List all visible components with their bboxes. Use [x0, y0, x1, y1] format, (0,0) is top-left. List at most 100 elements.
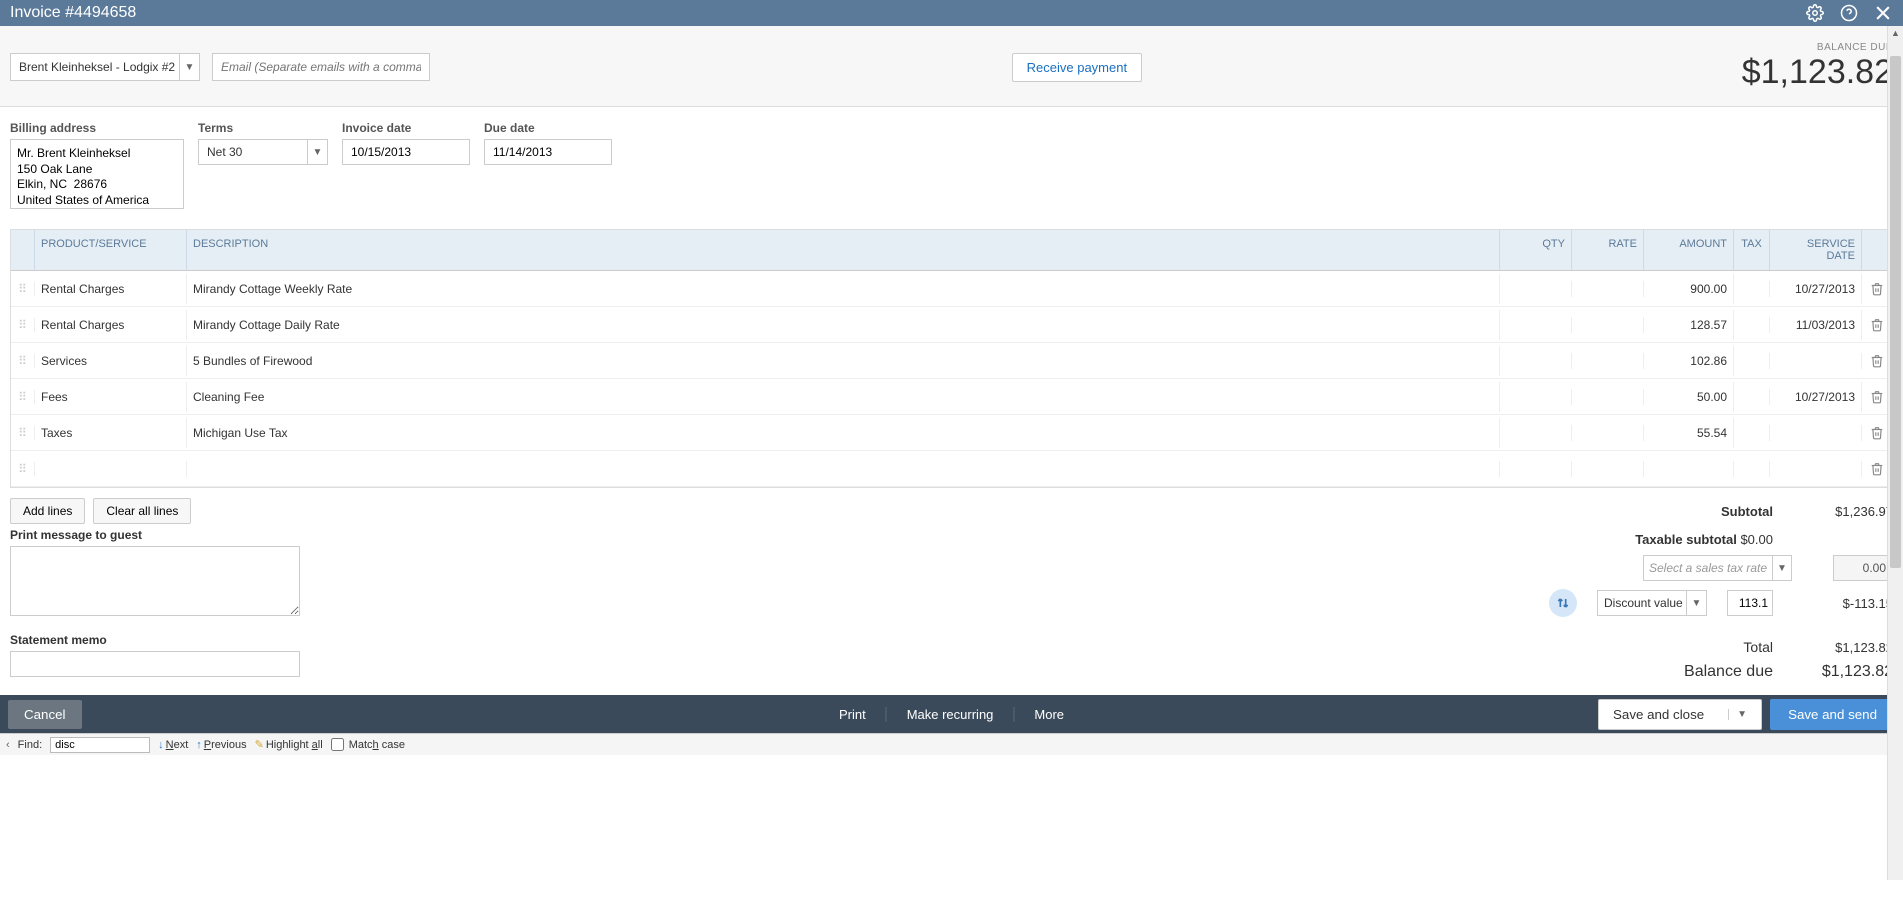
col-header-desc: DESCRIPTION	[187, 230, 1500, 270]
cell-description[interactable]: Michigan Use Tax	[187, 418, 1500, 448]
drag-handle-icon[interactable]: ⠿	[11, 282, 35, 296]
cell-service-date[interactable]: 10/27/2013	[1770, 382, 1862, 412]
drag-handle-icon[interactable]: ⠿	[11, 354, 35, 368]
billing-address-input[interactable]: Mr. Brent Kleinheksel 150 Oak Lane Elkin…	[10, 139, 184, 209]
due-date-label: Due date	[484, 121, 612, 135]
cell-description[interactable]: 5 Bundles of Firewood	[187, 346, 1500, 376]
close-icon[interactable]	[1873, 3, 1893, 23]
cell-rate[interactable]	[1572, 281, 1644, 297]
gear-icon[interactable]	[1805, 3, 1825, 23]
chevron-down-icon[interactable]: ▼	[307, 140, 327, 164]
find-input[interactable]	[50, 737, 150, 753]
cell-product[interactable]: Taxes	[35, 418, 187, 448]
statement-memo-input[interactable]	[10, 651, 300, 677]
add-lines-button[interactable]: Add lines	[10, 498, 85, 524]
cell-tax[interactable]	[1734, 425, 1770, 441]
print-message-input[interactable]	[10, 546, 300, 616]
cell-rate[interactable]	[1572, 353, 1644, 369]
email-input[interactable]	[212, 53, 430, 81]
cell-qty[interactable]	[1500, 353, 1572, 369]
cell-rate[interactable]	[1572, 461, 1644, 477]
cell-amount[interactable]: 900.00	[1644, 274, 1734, 304]
table-row[interactable]: ⠿	[11, 451, 1892, 487]
find-next-button[interactable]: ↓ Next	[158, 739, 188, 751]
terms-select[interactable]: Net 30 ▼	[198, 139, 328, 165]
cell-service-date[interactable]: 11/03/2013	[1770, 310, 1862, 340]
tax-amount-input[interactable]	[1833, 555, 1893, 581]
col-header-qty: QTY	[1500, 230, 1572, 270]
cell-service-date[interactable]	[1770, 461, 1862, 477]
cancel-button[interactable]: Cancel	[8, 700, 82, 729]
cell-service-date[interactable]	[1770, 353, 1862, 369]
swap-icon[interactable]	[1549, 589, 1577, 617]
balance-due-label: BALANCE DUE	[1742, 42, 1893, 53]
chevron-down-icon[interactable]: ▼	[1728, 709, 1747, 720]
cell-amount[interactable]	[1644, 461, 1734, 477]
cell-qty[interactable]	[1500, 281, 1572, 297]
cell-description[interactable]: Mirandy Cottage Weekly Rate	[187, 274, 1500, 304]
table-row[interactable]: ⠿FeesCleaning Fee 50.00 10/27/2013	[11, 379, 1892, 415]
drag-handle-icon[interactable]: ⠿	[11, 390, 35, 404]
drag-handle-icon[interactable]: ⠿	[11, 426, 35, 440]
cell-amount[interactable]: 128.57	[1644, 310, 1734, 340]
cell-tax[interactable]	[1734, 461, 1770, 477]
find-previous-button[interactable]: ↑ Previous	[196, 739, 246, 751]
cell-product[interactable]: Services	[35, 346, 187, 376]
cell-product[interactable]	[35, 461, 187, 477]
cell-product[interactable]: Rental Charges	[35, 274, 187, 304]
cell-tax[interactable]	[1734, 317, 1770, 333]
vertical-scrollbar[interactable]: ▲	[1887, 26, 1903, 880]
cell-qty[interactable]	[1500, 461, 1572, 477]
table-row[interactable]: ⠿Services5 Bundles of Firewood 102.86	[11, 343, 1892, 379]
invoice-date-input[interactable]	[342, 139, 470, 165]
print-link[interactable]: Print	[819, 707, 887, 722]
sales-tax-select[interactable]: Select a sales tax rate ▼	[1643, 555, 1773, 581]
cell-service-date[interactable]: 10/27/2013	[1770, 274, 1862, 304]
cell-tax[interactable]	[1734, 281, 1770, 297]
cell-qty[interactable]	[1500, 317, 1572, 333]
cell-rate[interactable]	[1572, 317, 1644, 333]
cell-qty[interactable]	[1500, 425, 1572, 441]
cell-description[interactable]	[187, 461, 1500, 477]
find-collapse-icon[interactable]: ‹	[6, 739, 10, 751]
terms-value: Net 30	[207, 145, 242, 159]
make-recurring-link[interactable]: Make recurring	[887, 707, 1015, 722]
cell-service-date[interactable]	[1770, 425, 1862, 441]
discount-value-input[interactable]	[1727, 590, 1773, 616]
cell-description[interactable]: Mirandy Cottage Daily Rate	[187, 310, 1500, 340]
drag-handle-icon[interactable]: ⠿	[11, 462, 35, 476]
discount-type-select[interactable]: Discount value ▼	[1597, 590, 1707, 616]
clear-lines-button[interactable]: Clear all lines	[93, 498, 191, 524]
highlight-all-button[interactable]: ✎ Highlight all	[255, 738, 323, 751]
cell-description[interactable]: Cleaning Fee	[187, 382, 1500, 412]
balance-due-row-label: Balance due	[1684, 663, 1773, 681]
cell-amount[interactable]: 102.86	[1644, 346, 1734, 376]
table-row[interactable]: ⠿TaxesMichigan Use Tax 55.54	[11, 415, 1892, 451]
cell-rate[interactable]	[1572, 389, 1644, 405]
chevron-down-icon[interactable]: ▼	[1686, 591, 1706, 615]
cell-amount[interactable]: 55.54	[1644, 418, 1734, 448]
cell-tax[interactable]	[1734, 353, 1770, 369]
chevron-down-icon[interactable]: ▼	[179, 54, 199, 80]
cell-product[interactable]: Fees	[35, 382, 187, 412]
drag-handle-icon[interactable]: ⠿	[11, 318, 35, 332]
table-row[interactable]: ⠿Rental ChargesMirandy Cottage Daily Rat…	[11, 307, 1892, 343]
save-and-send-button[interactable]: Save and send	[1770, 699, 1895, 730]
save-and-close-button[interactable]: Save and close ▼	[1598, 699, 1762, 730]
cell-tax[interactable]	[1734, 389, 1770, 405]
chevron-down-icon[interactable]: ▼	[1772, 555, 1792, 581]
taxable-subtotal-label: Taxable subtotal $0.00	[1635, 532, 1773, 547]
due-date-input[interactable]	[484, 139, 612, 165]
billing-address-label: Billing address	[10, 121, 184, 135]
receive-payment-button[interactable]: Receive payment	[1012, 53, 1142, 82]
cell-rate[interactable]	[1572, 425, 1644, 441]
balance-due-block: BALANCE DUE $1,123.82	[1742, 42, 1893, 92]
cell-product[interactable]: Rental Charges	[35, 310, 187, 340]
match-case-checkbox[interactable]: Match case	[331, 738, 405, 751]
more-link[interactable]: More	[1014, 707, 1084, 722]
table-row[interactable]: ⠿Rental ChargesMirandy Cottage Weekly Ra…	[11, 271, 1892, 307]
cell-qty[interactable]	[1500, 389, 1572, 405]
cell-amount[interactable]: 50.00	[1644, 382, 1734, 412]
help-icon[interactable]	[1839, 3, 1859, 23]
customer-select[interactable]: Brent Kleinheksel - Lodgix #2 ▼	[10, 53, 200, 81]
